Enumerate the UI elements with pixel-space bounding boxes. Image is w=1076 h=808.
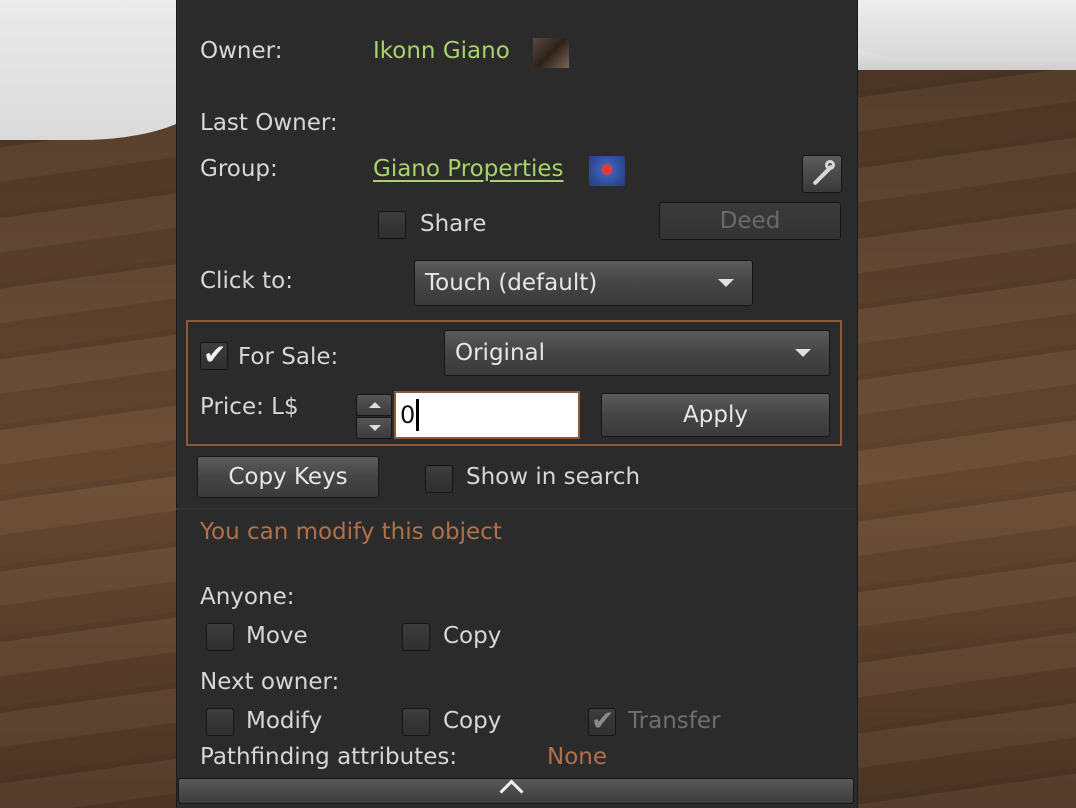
section-divider <box>176 508 856 510</box>
show-in-search-checkbox[interactable] <box>425 465 453 493</box>
checkmark-icon: ✔ <box>203 338 227 371</box>
price-label: Price: L$ <box>200 394 299 420</box>
collapse-panel-button[interactable] <box>178 778 854 804</box>
group-thumbnail-icon[interactable] <box>589 156 625 186</box>
modify-status-text: You can modify this object <box>200 519 502 545</box>
anyone-move-label: Move <box>246 623 308 649</box>
increment-arrow-icon[interactable] <box>356 394 392 416</box>
next-owner-transfer-label: Transfer <box>628 708 721 734</box>
next-owner-copy-checkbox[interactable] <box>402 708 430 736</box>
click-to-label: Click to: <box>200 268 293 294</box>
sale-type-dropdown[interactable]: Original <box>444 330 830 376</box>
price-value: 0 <box>400 401 416 429</box>
group-label: Group: <box>200 156 278 182</box>
price-spinner[interactable] <box>356 394 392 440</box>
price-input[interactable]: 0 <box>394 391 580 439</box>
owner-name-link[interactable]: Ikonn Giano <box>373 38 510 64</box>
background-wall-left <box>0 0 200 140</box>
chevron-down-icon <box>718 279 734 287</box>
sale-type-value: Original <box>455 340 546 366</box>
checkmark-icon: ✔ <box>591 704 615 737</box>
copy-keys-button[interactable]: Copy Keys <box>197 456 379 498</box>
anyone-label: Anyone: <box>200 584 295 610</box>
apply-button[interactable]: Apply <box>601 393 830 437</box>
pathfinding-value: None <box>547 744 608 770</box>
next-owner-copy-label: Copy <box>443 708 502 734</box>
anyone-copy-label: Copy <box>443 623 502 649</box>
last-owner-label: Last Owner: <box>200 110 338 136</box>
click-action-dropdown[interactable]: Touch (default) <box>414 260 753 306</box>
decrement-arrow-icon[interactable] <box>356 417 392 439</box>
anyone-copy-checkbox[interactable] <box>402 623 430 651</box>
for-sale-label: For Sale: <box>238 344 339 370</box>
chevron-up-icon <box>499 779 524 804</box>
pathfinding-label: Pathfinding attributes: <box>200 744 458 770</box>
set-group-wrench-icon[interactable] <box>802 155 842 193</box>
next-owner-modify-label: Modify <box>246 708 323 734</box>
text-caret <box>416 399 420 431</box>
chevron-down-icon <box>795 349 811 357</box>
for-sale-checkbox[interactable]: ✔ <box>200 338 228 371</box>
avatar-thumbnail-icon[interactable] <box>533 38 569 68</box>
anyone-move-checkbox[interactable] <box>206 623 234 651</box>
owner-label: Owner: <box>200 38 283 64</box>
share-checkbox[interactable] <box>378 211 406 239</box>
share-label: Share <box>420 211 487 237</box>
next-owner-label: Next owner: <box>200 669 340 695</box>
next-owner-transfer-checkbox[interactable]: ✔ <box>588 704 616 737</box>
next-owner-modify-checkbox[interactable] <box>206 708 234 736</box>
show-in-search-label: Show in search <box>466 464 641 490</box>
background-wall-right <box>850 0 1076 58</box>
click-action-value: Touch (default) <box>425 270 598 296</box>
deed-button[interactable]: Deed <box>659 202 841 240</box>
group-name-link[interactable]: Giano Properties <box>373 156 564 182</box>
